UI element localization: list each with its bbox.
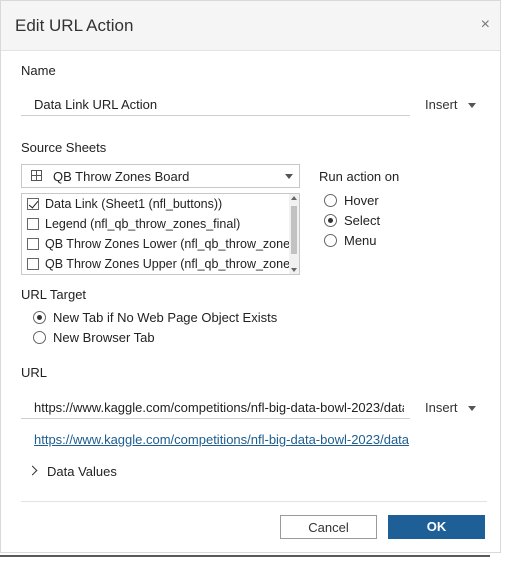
sheet-item-label: Data Link (Sheet1 (nfl_buttons)) — [45, 197, 223, 211]
dialog-titlebar: Edit URL Action × — [1, 1, 500, 51]
radio-label: Select — [344, 213, 381, 228]
url-input-value: https://www.kaggle.com/competitions/nfl-… — [34, 400, 404, 415]
scroll-down-icon[interactable] — [291, 268, 297, 272]
sheet-item-label: Legend (nfl_qb_throw_zones_final) — [45, 217, 241, 231]
dashboard-select[interactable]: QB Throw Zones Board — [21, 164, 300, 188]
radio-label: Menu — [344, 233, 377, 248]
chevron-down-icon — [285, 174, 293, 179]
grid-icon — [31, 170, 42, 181]
run-action-label: Run action on — [319, 169, 400, 184]
url-label: URL — [21, 365, 48, 380]
cancel-button[interactable]: Cancel — [280, 515, 377, 539]
close-icon[interactable]: × — [481, 16, 490, 34]
checkbox[interactable] — [27, 258, 39, 270]
sheet-list-scrollbar[interactable] — [289, 194, 299, 274]
radio-label: New Browser Tab — [53, 330, 155, 345]
checkbox[interactable] — [27, 198, 39, 210]
sheet-item-data-link[interactable]: Data Link (Sheet1 (nfl_buttons)) — [27, 195, 289, 215]
sheet-item-throw-zones-upper[interactable]: QB Throw Zones Upper (nfl_qb_throw_zones… — [27, 255, 289, 274]
radio-button[interactable] — [33, 331, 46, 344]
url-insert-dropdown[interactable]: Insert — [425, 400, 476, 415]
scroll-thumb[interactable] — [291, 206, 297, 254]
radio-label: Hover — [344, 193, 379, 208]
insert-label: Insert — [425, 400, 458, 415]
name-label: Name — [21, 63, 56, 78]
radio-button[interactable] — [324, 214, 337, 227]
checkbox[interactable] — [27, 238, 39, 250]
url-target-label: URL Target — [21, 287, 87, 302]
sheet-item-label: QB Throw Zones Upper (nfl_qb_throw_zones… — [45, 257, 289, 271]
checkbox[interactable] — [27, 218, 39, 230]
dialog-title: Edit URL Action — [15, 16, 134, 35]
background-strip — [0, 553, 511, 563]
ok-button[interactable]: OK — [388, 515, 485, 539]
source-sheets-label: Source Sheets — [21, 140, 107, 155]
data-values-toggle[interactable]: Data Values — [47, 464, 117, 479]
radio-button[interactable] — [33, 311, 46, 324]
chevron-right-icon[interactable] — [27, 465, 38, 476]
name-insert-dropdown[interactable]: Insert — [425, 97, 476, 112]
footer-divider — [21, 501, 487, 502]
name-input[interactable]: Data Link URL Action — [34, 97, 157, 112]
chevron-down-icon — [467, 406, 476, 412]
dashboard-select-value: QB Throw Zones Board — [53, 169, 190, 184]
url-preview-link[interactable]: https://www.kaggle.com/competitions/nfl-… — [34, 432, 409, 447]
sheet-item-throw-zones-lower[interactable]: QB Throw Zones Lower (nfl_qb_throw_zones… — [27, 235, 289, 255]
url-input-underline — [21, 418, 410, 419]
scroll-up-icon[interactable] — [291, 196, 297, 200]
sheet-item-label: QB Throw Zones Lower (nfl_qb_throw_zones… — [45, 237, 289, 251]
chevron-down-icon — [467, 103, 476, 109]
name-input-underline — [21, 115, 410, 116]
edit-url-action-dialog: Edit URL Action × Name Data Link URL Act… — [0, 0, 501, 553]
radio-button[interactable] — [324, 234, 337, 247]
insert-label: Insert — [425, 97, 458, 112]
url-input[interactable]: https://www.kaggle.com/competitions/nfl-… — [34, 400, 404, 418]
sheet-list: Data Link (Sheet1 (nfl_buttons)) Legend … — [21, 193, 300, 275]
sheet-item-legend[interactable]: Legend (nfl_qb_throw_zones_final) — [27, 215, 289, 235]
radio-button[interactable] — [324, 194, 337, 207]
radio-label: New Tab if No Web Page Object Exists — [53, 310, 278, 325]
